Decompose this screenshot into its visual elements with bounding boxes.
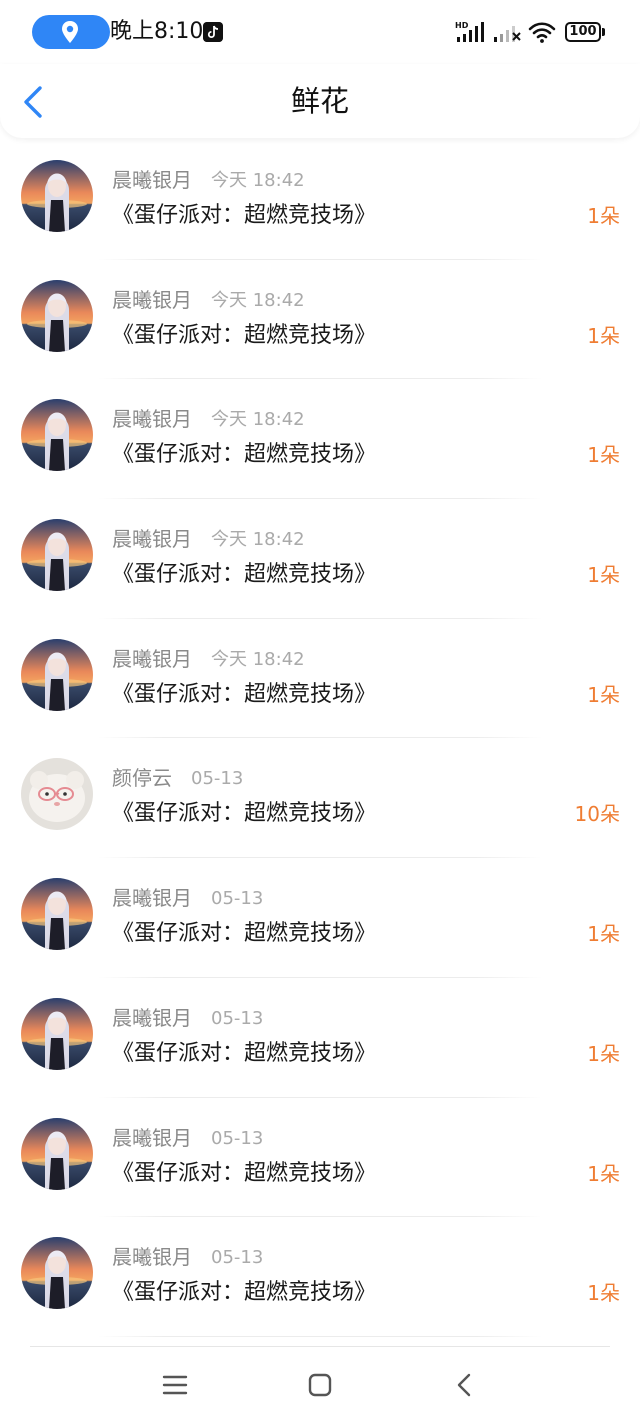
row-divider: [98, 1335, 542, 1337]
flower-count: 1朵: [587, 1161, 620, 1186]
list-item[interactable]: 晨曦银月 今天 18:42 《蛋仔派对：超燃竞技场》 1朵: [0, 499, 640, 619]
gift-time: 05-13: [211, 1007, 264, 1029]
home-icon[interactable]: [305, 1371, 335, 1399]
battery-icon: 100: [565, 22, 605, 42]
flower-count: 1朵: [587, 682, 620, 707]
page-title: 鲜花: [290, 84, 349, 118]
list-item[interactable]: 晨曦银月 05-13 《蛋仔派对：超燃竞技场》 1朵: [0, 1217, 640, 1337]
list-item[interactable]: 晨曦银月 05-13 《蛋仔派对：超燃竞技场》 1朵: [0, 978, 640, 1098]
gift-time: 05-13: [211, 1247, 264, 1269]
status-time: 晚上8:10: [110, 19, 204, 44]
app-header: 鲜花: [0, 64, 640, 138]
sender-name: 颜停云: [112, 766, 172, 791]
gift-time: 今天 18:42: [211, 289, 305, 311]
game-title: 《蛋仔派对：超燃竞技场》: [112, 921, 377, 947]
sender-name: 晨曦银月: [112, 1005, 192, 1030]
gift-time: 05-13: [191, 768, 244, 790]
list-item[interactable]: 晨曦银月 今天 18:42 《蛋仔派对：超燃竞技场》 1朵: [0, 260, 640, 380]
sender-name: 晨曦银月: [112, 1245, 192, 1270]
avatar[interactable]: [21, 160, 93, 232]
flower-count: 1朵: [587, 204, 620, 228]
list-item[interactable]: 晨曦银月 05-13 《蛋仔派对：超燃竞技场》 1朵: [0, 858, 640, 978]
game-title: 《蛋仔派对：超燃竞技场》: [112, 801, 377, 827]
avatar[interactable]: [21, 399, 93, 472]
avatar[interactable]: [21, 638, 93, 711]
gift-time: 今天 18:42: [211, 170, 305, 191]
wifi-icon: [528, 22, 556, 43]
list-item[interactable]: 晨曦银月 今天 18:42 《蛋仔派对：超燃竞技场》 1朵: [0, 140, 640, 260]
svg-text:HD: HD: [455, 21, 469, 30]
sender-name: 晨曦银月: [112, 1125, 192, 1150]
avatar[interactable]: [21, 279, 93, 352]
gift-time: 05-13: [211, 888, 264, 910]
gift-time: 今天 18:42: [211, 409, 305, 431]
gift-time: 今天 18:42: [211, 648, 305, 670]
list-item[interactable]: 晨曦银月 今天 18:42 《蛋仔派对：超燃竞技场》 1朵: [0, 619, 640, 739]
signal-no-service-icon: [494, 26, 521, 42]
sender-name: 晨曦银月: [112, 527, 192, 552]
game-title: 《蛋仔派对：超燃竞技场》: [112, 442, 377, 468]
game-title: 《蛋仔派对：超燃竞技场》: [112, 681, 377, 707]
flower-count: 1朵: [587, 1041, 620, 1066]
back-nav-icon[interactable]: [450, 1371, 480, 1399]
sender-name: 晨曦银月: [112, 407, 192, 432]
sender-name: 晨曦银月: [112, 287, 192, 312]
sender-name: 晨曦银月: [112, 886, 192, 911]
avatar[interactable]: [21, 519, 93, 592]
game-title: 《蛋仔派对：超燃竞技场》: [112, 322, 377, 348]
status-bar: 晚上8:10 HD 100: [0, 0, 640, 64]
list-item[interactable]: 晨曦银月 今天 18:42 《蛋仔派对：超燃竞技场》 1朵: [0, 379, 640, 500]
avatar[interactable]: [21, 997, 93, 1070]
list-item[interactable]: 晨曦银月 05-13 《蛋仔派对：超燃竞技场》 1朵: [0, 1098, 640, 1218]
back-arrow-icon[interactable]: [14, 80, 54, 124]
flower-count: 1朵: [587, 563, 620, 588]
location-pin-icon: [62, 21, 78, 43]
avatar[interactable]: [21, 758, 93, 831]
gift-time: 05-13: [211, 1127, 264, 1149]
sender-name: 晨曦银月: [112, 646, 192, 671]
game-title: 《蛋仔派对：超燃竞技场》: [112, 203, 377, 228]
game-title: 《蛋仔派对：超燃竞技场》: [112, 1160, 377, 1186]
avatar[interactable]: [21, 1117, 93, 1190]
game-title: 《蛋仔派对：超燃竞技场》: [112, 562, 377, 588]
system-navbar: [0, 1347, 640, 1422]
flower-count: 1朵: [587, 1281, 620, 1306]
menu-icon[interactable]: [160, 1371, 190, 1399]
list-item[interactable]: 颜停云 05-13 《蛋仔派对：超燃竞技场》 10朵: [0, 738, 640, 859]
flower-count: 1朵: [587, 922, 620, 947]
flower-count: 1朵: [587, 443, 620, 468]
tiktok-icon: [203, 22, 223, 42]
flower-count: 10朵: [574, 802, 620, 827]
avatar[interactable]: [21, 878, 93, 951]
game-title: 《蛋仔派对：超燃竞技场》: [112, 1040, 377, 1066]
avatar[interactable]: [21, 1237, 93, 1310]
flower-count: 1朵: [587, 323, 620, 348]
flower-gift-list: 晨曦银月 今天 18:42 《蛋仔派对：超燃竞技场》 1朵 晨曦银月 今天 18:42 《蛋…: [0, 140, 640, 1340]
battery-level: 100: [565, 22, 601, 42]
gift-time: 今天 18:42: [211, 529, 305, 551]
phone-screen: 晚上8:10 HD 100 鲜花 晨曦银月 今天 18:42 《蛋仔派对：超燃竞…: [0, 0, 640, 1422]
signal-hd-icon: HD: [455, 21, 484, 42]
sender-name: 晨曦银月: [112, 168, 192, 192]
game-title: 《蛋仔派对：超燃竞技场》: [112, 1280, 377, 1306]
